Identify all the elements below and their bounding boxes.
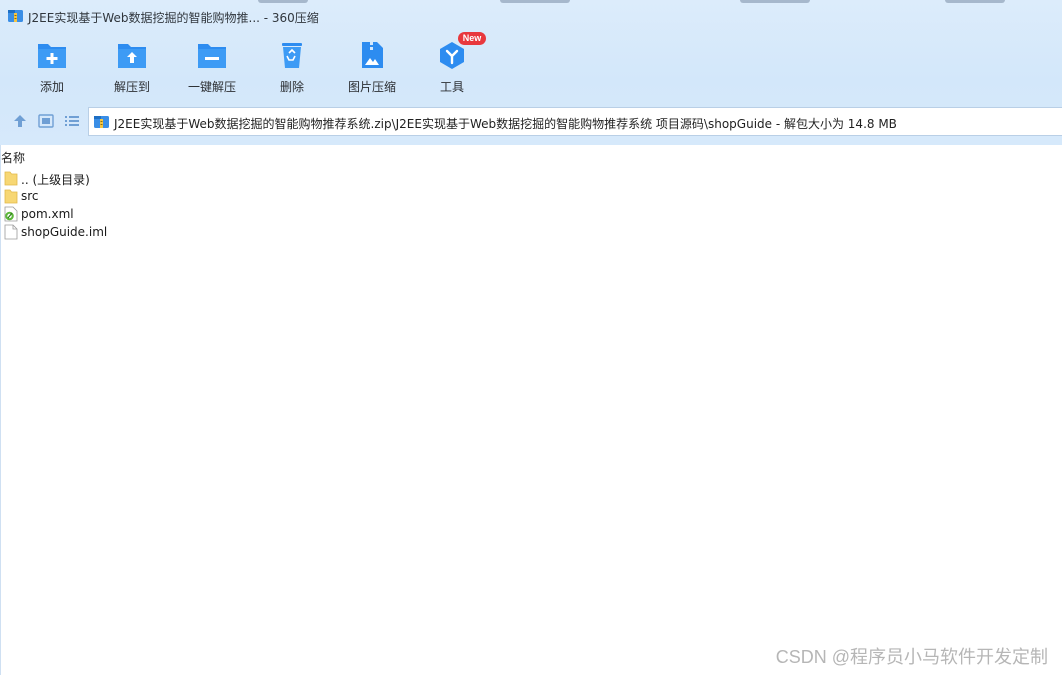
image-compress-button[interactable]: 图片压缩 (336, 36, 408, 96)
arrow-up-icon[interactable] (12, 113, 28, 129)
address-path: J2EE实现基于Web数据挖掘的智能购物推荐系统.zip\J2EE实现基于Web… (114, 117, 897, 131)
image-compress-icon (362, 42, 383, 68)
address-bar[interactable]: J2EE实现基于Web数据挖掘的智能购物推荐系统.zip\J2EE实现基于Web… (88, 107, 1062, 136)
extract-to-label: 解压到 (113, 80, 150, 94)
recycle-bin-icon (282, 43, 302, 68)
folder-icon (4, 189, 18, 204)
file-name: pom.xml (21, 207, 74, 221)
window-chrome: J2EE实现基于Web数据挖掘的智能购物推... - 360压缩 添加 解压到 (0, 0, 1062, 145)
archive-app-icon (8, 10, 23, 22)
add-folder-icon (38, 44, 66, 68)
list-item-src[interactable]: src (3, 187, 503, 205)
one-click-extract-icon (198, 44, 226, 68)
watermark: CSDN @程序员小马软件开发定制 (775, 647, 1048, 667)
xml-file-icon (4, 206, 18, 222)
navigation-bar: J2EE实现基于Web数据挖掘的智能购物推荐系统.zip\J2EE实现基于Web… (0, 107, 1062, 137)
list-item-parent-directory[interactable]: .. (上级目录) (3, 169, 503, 187)
archive-icon (94, 116, 109, 128)
title-bar: J2EE实现基于Web数据挖掘的智能购物推... - 360压缩 (0, 0, 1062, 32)
file-name: .. (上级目录) (21, 173, 90, 187)
thumbnail-view-icon[interactable] (38, 113, 54, 129)
left-divider (0, 145, 1, 675)
file-icon (4, 224, 18, 240)
file-name: shopGuide.iml (21, 225, 108, 239)
tools-label: 工具 (439, 80, 464, 94)
file-list-header: 名称 (0, 146, 1062, 166)
new-badge: New (458, 32, 486, 45)
extract-to-icon (118, 44, 146, 68)
delete-label: 删除 (279, 80, 304, 94)
one-click-extract-label: 一键解压 (187, 80, 236, 94)
list-view-icon[interactable] (64, 113, 80, 129)
tools-button[interactable]: New 工具 (416, 32, 488, 96)
folder-icon (4, 171, 18, 186)
window-title: J2EE实现基于Web数据挖掘的智能购物推... - 360压缩 (28, 11, 319, 25)
add-button[interactable]: 添加 (16, 36, 88, 96)
add-label: 添加 (39, 80, 64, 94)
file-name: src (21, 189, 39, 203)
delete-button[interactable]: 删除 (256, 36, 328, 96)
extract-to-button[interactable]: 解压到 (96, 36, 168, 96)
list-item-pom-xml[interactable]: pom.xml (3, 205, 503, 223)
one-click-extract-button[interactable]: 一键解压 (176, 36, 248, 96)
column-header-name[interactable]: 名称 (1, 149, 25, 166)
image-compress-label: 图片压缩 (347, 80, 396, 94)
list-item-shopguide-iml[interactable]: shopGuide.iml (3, 223, 503, 241)
